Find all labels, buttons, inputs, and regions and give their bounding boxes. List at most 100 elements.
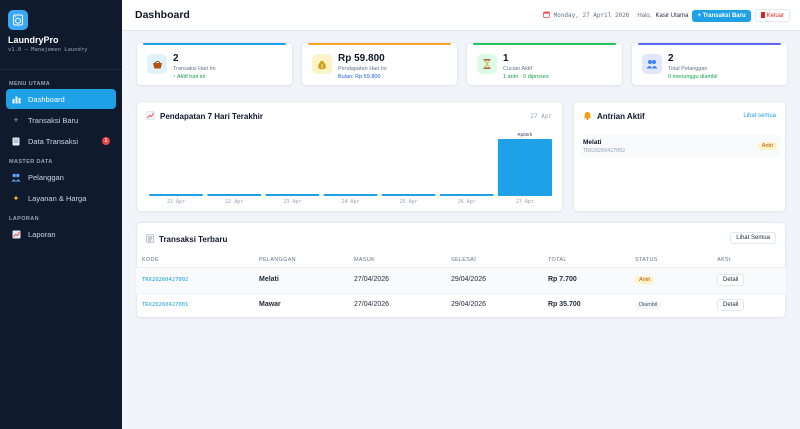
- detail-button[interactable]: Detail: [717, 274, 745, 286]
- sidebar: LaundryPro v1.0 — Manajemen Laundry MENU…: [0, 0, 122, 429]
- laundry-logo-icon: [8, 10, 28, 30]
- date-done: 29/04/2026: [451, 301, 487, 308]
- revenue-chart-card: Pendapatan 7 Hari Terakhir 27 Apr 21 Apr…: [136, 101, 563, 212]
- stat-sub: 1 antri · 0 diproses: [503, 74, 549, 80]
- column-header-selesai: SELESAI: [451, 257, 477, 263]
- total-amount: Rp 7.700: [548, 276, 577, 283]
- revenue-bar: [207, 194, 262, 196]
- logout-label: Keluar: [766, 13, 784, 19]
- date-in: 27/04/2026: [354, 301, 390, 308]
- stat-sub-processing: 0 diproses: [523, 74, 549, 80]
- nav-section-menu-utama: MENU UTAMA: [9, 81, 51, 87]
- nav-item-pelanggan[interactable]: Pelanggan: [6, 167, 116, 187]
- status-badge: Antri: [757, 142, 777, 150]
- stat-label: Cucian Aktif: [503, 66, 533, 72]
- table-row[interactable]: TRX20260427002 Melati 27/04/2026 29/04/2…: [136, 268, 786, 293]
- nav-section-laporan: LAPORAN: [9, 216, 39, 222]
- queue-item-name: Melati: [583, 139, 602, 146]
- calendar-icon: [542, 11, 550, 20]
- chart-icon: [11, 229, 21, 239]
- customer-name: Melati: [259, 276, 279, 283]
- queue-see-all-link[interactable]: Lihat semua: [743, 113, 776, 119]
- x-tick-label: 27 Apr: [516, 199, 534, 205]
- basket-icon: [147, 54, 167, 74]
- stat-value: Rp 59.800: [338, 53, 385, 64]
- nav-label: Layanan & Harga: [28, 193, 87, 203]
- total-amount: Rp 35.700: [548, 301, 581, 308]
- customer-name: Mawar: [259, 301, 281, 308]
- door-icon: [760, 12, 765, 18]
- view-all-button[interactable]: Lihat Semua: [730, 232, 776, 244]
- nav-label: Transaksi Baru: [28, 115, 79, 125]
- revenue-bar: [265, 194, 320, 196]
- column-header-pelanggan: PELANGGAN: [259, 257, 296, 263]
- nav-label: Pelanggan: [28, 172, 64, 182]
- queue-title-text: Antrian Aktif: [597, 112, 645, 121]
- sparkle-icon: ✦: [12, 193, 20, 203]
- stat-sub: 0 menunggu diambil: [668, 74, 718, 80]
- svg-text:$: $: [321, 63, 324, 68]
- brand-subtitle: v1.0 — Manajemen Laundry: [8, 47, 88, 53]
- nav-item-data-transaksi[interactable]: Data Transaksi 1: [6, 131, 116, 151]
- bar-data-label: Rp60rb: [518, 132, 533, 137]
- recent-title-text: Transaksi Terbaru: [159, 235, 228, 244]
- column-header-total: TOTAL: [548, 257, 567, 263]
- queue-item[interactable]: Melati TRX20260427002 Antri: [580, 135, 781, 157]
- greeting: Halo,: [637, 12, 652, 19]
- hourglass-icon: [477, 54, 497, 74]
- transaction-code-link[interactable]: TRX20260427002: [142, 277, 188, 283]
- stat-value: 2: [668, 53, 674, 64]
- stat-value: 1: [503, 53, 509, 64]
- stat-sub: Bulan: Rp 59.800: [338, 74, 381, 80]
- detail-button[interactable]: Detail: [717, 299, 745, 311]
- date-in: 27/04/2026: [354, 276, 390, 283]
- stat-value: 2: [173, 53, 179, 64]
- x-tick-label: 25 Apr: [400, 199, 418, 205]
- nav-label: Laporan: [28, 229, 56, 239]
- stat-card-transactions: 2 Transaksi Hari Ini ↑ Aktif hari ini: [136, 42, 293, 86]
- stat-accent-bar: [473, 43, 616, 45]
- plus-icon: +: [13, 115, 19, 125]
- revenue-bar: [439, 194, 494, 196]
- nav-item-layanan[interactable]: ✦ Layanan & Harga: [6, 188, 116, 208]
- stat-card-active-laundry: 1 Cucian Aktif 1 antri · 0 diproses: [466, 42, 623, 86]
- stat-sub-queued: 1 antri: [503, 74, 519, 80]
- people-icon: [11, 172, 21, 182]
- stat-accent-bar: [143, 43, 286, 45]
- nav-item-laporan[interactable]: Laporan: [6, 224, 116, 244]
- x-tick-label: 21 Apr: [167, 199, 185, 205]
- stat-card-customers: 2 Total Pelanggan 0 menunggu diambil: [631, 42, 788, 86]
- stat-label: Transaksi Hari Ini: [173, 66, 216, 72]
- stat-card-revenue: $ Rp 59.800 Pendapatan Hari Ini Bulan: R…: [301, 42, 458, 86]
- table-row[interactable]: TRX20260427001 Mawar 27/04/2026 29/04/20…: [136, 293, 786, 318]
- revenue-bar: [381, 194, 436, 196]
- nav-item-dashboard[interactable]: Dashboard: [6, 89, 116, 109]
- header-actions: Monday, 27 April 2026 Halo, Kasir Utama …: [542, 9, 790, 22]
- queue-item-code: TRX20260427002: [583, 148, 626, 154]
- status-badge: Antri: [635, 276, 655, 284]
- new-transaction-button[interactable]: + Transaksi Baru: [692, 9, 751, 22]
- column-header-kode: KODE: [142, 257, 159, 263]
- revenue-bar: [323, 194, 378, 196]
- page-title: Dashboard: [135, 9, 190, 21]
- money-bag-icon: $: [312, 54, 332, 74]
- stat-accent-bar: [638, 43, 781, 45]
- people-icon: [642, 54, 662, 74]
- nav-label: Data Transaksi: [28, 136, 79, 146]
- nav-section-master-data: MASTER DATA: [9, 159, 53, 165]
- column-header-aksi: AKSI: [717, 257, 731, 263]
- logout-button[interactable]: Keluar: [754, 9, 790, 22]
- notification-badge: 1: [102, 137, 110, 145]
- top-header: Dashboard Monday, 27 April 2026 Halo, Ka…: [122, 0, 800, 31]
- stat-accent-bar: [308, 43, 451, 45]
- header-date: Monday, 27 April 2026: [553, 12, 630, 19]
- x-tick-label: 23 Apr: [283, 199, 301, 205]
- nav-label: Dashboard: [28, 94, 65, 104]
- queue-title: Antrian Aktif: [583, 111, 645, 122]
- column-header-masuk: MASUK: [354, 257, 376, 263]
- stat-label: Total Pelanggan: [668, 66, 708, 72]
- nav-item-transaksi-baru[interactable]: + Transaksi Baru: [6, 110, 116, 130]
- transaction-code-link[interactable]: TRX20260427001: [142, 302, 188, 308]
- revenue-bar: [497, 139, 552, 196]
- status-badge: Diambil: [635, 301, 662, 309]
